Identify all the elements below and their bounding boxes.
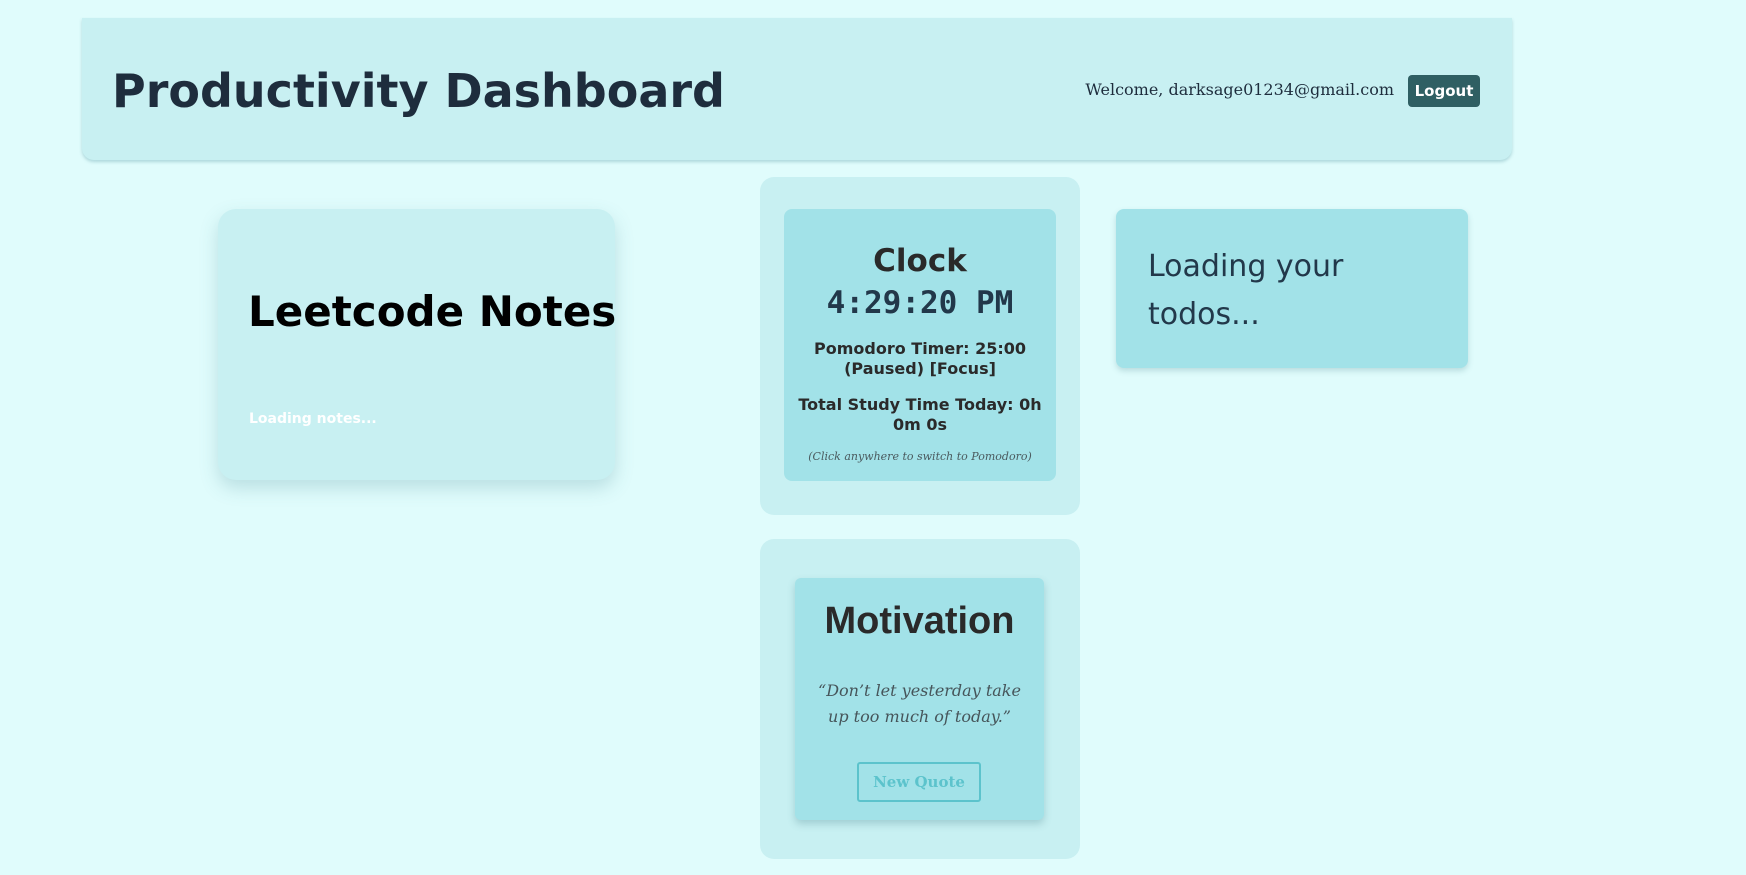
motivation-quote: “Don’t let yesterday take up too much of… [818, 681, 1021, 726]
header-bar: Productivity Dashboard Welcome, darksage… [82, 18, 1512, 160]
leetcode-notes-card[interactable]: Leetcode Notes Loading notes... [218, 209, 617, 480]
todos-loading-text: Loading your todos... [1148, 249, 1344, 332]
motivation-card: Motivation “Don’t let yesterday take up … [795, 578, 1044, 820]
new-quote-button[interactable]: New Quote [857, 762, 981, 802]
pomodoro-timer-text: Pomodoro Timer: 25:00 (Paused) [Focus] [814, 339, 1026, 378]
clock-heading: Clock [873, 243, 967, 279]
motivation-heading: Motivation [824, 600, 1015, 642]
clock-time: 4:29:20 PM [826, 285, 1014, 321]
switch-mode-hint: (Click anywhere to switch to Pomodoro) [808, 450, 1032, 463]
dashboard-page: Productivity Dashboard Welcome, darksage… [0, 0, 1746, 875]
page-title: Productivity Dashboard [112, 64, 725, 118]
logout-button[interactable]: Logout [1408, 75, 1480, 107]
welcome-text: Welcome, darksage01234@gmail.com [1085, 80, 1394, 99]
notes-loading-text: Loading notes... [249, 411, 377, 427]
clock-panel: Clock 4:29:20 PM Pomodoro Timer: 25:00 (… [760, 177, 1080, 515]
total-study-time-text: Total Study Time Today: 0h 0m 0s [798, 395, 1042, 434]
notes-title: Leetcode Notes [248, 287, 617, 336]
motivation-panel: Motivation “Don’t let yesterday take up … [760, 539, 1080, 859]
clock-card[interactable]: Clock 4:29:20 PM Pomodoro Timer: 25:00 (… [784, 209, 1056, 481]
todos-card: Loading your todos... [1116, 209, 1468, 368]
